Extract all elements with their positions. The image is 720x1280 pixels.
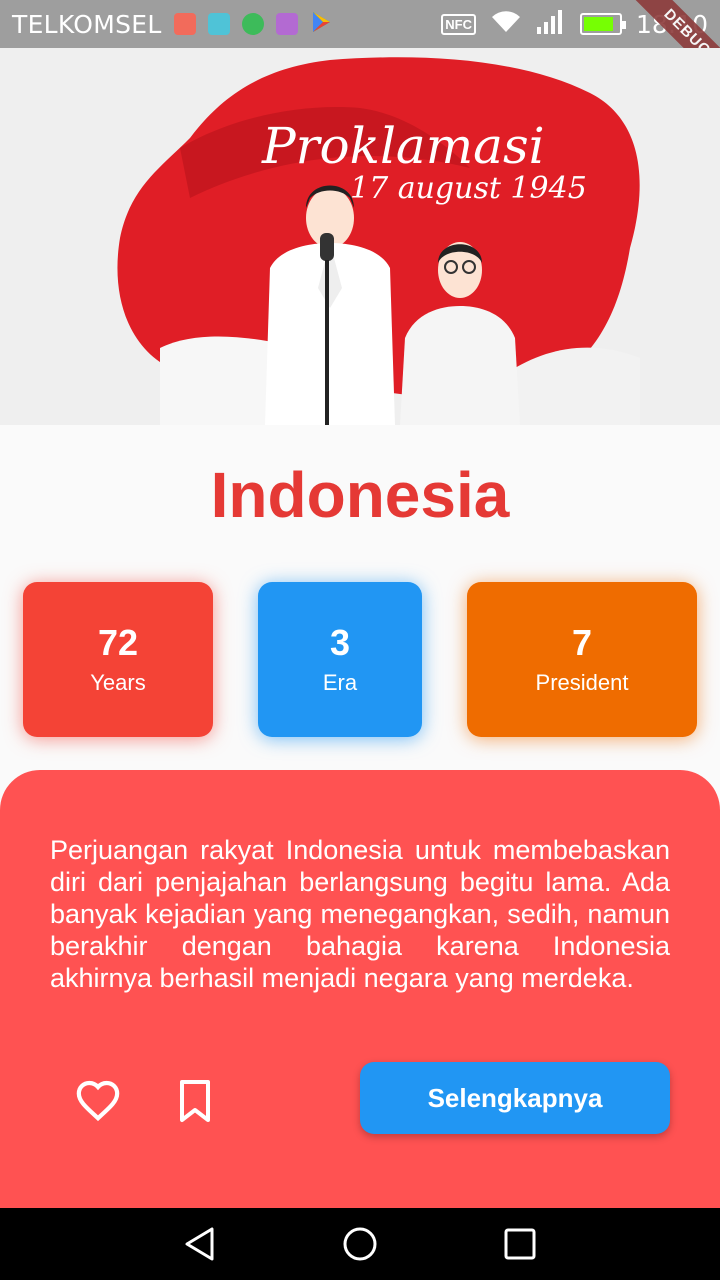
hero-headline: Proklamasi — [261, 117, 545, 175]
recents-icon[interactable] — [502, 1226, 538, 1262]
app-screen: TELKOMSEL NFC 18:10 DEBUG — [0, 0, 720, 1280]
bookmark-icon — [180, 1080, 210, 1122]
stat-card-era[interactable]: 3 Era — [258, 582, 422, 737]
status-bar: TELKOMSEL NFC 18:10 DEBUG — [0, 0, 720, 96]
stat-card-years[interactable]: 72 Years — [23, 582, 213, 737]
wifi-icon — [490, 10, 522, 39]
stat-card-president[interactable]: 7 President — [467, 582, 697, 737]
notification-icons — [173, 11, 332, 38]
mail-icon — [173, 13, 196, 35]
stat-value: 7 — [571, 622, 593, 663]
signal-icon — [536, 9, 566, 40]
hero-date: 17 august 1945 — [350, 171, 587, 206]
country-title: Indonesia — [210, 459, 510, 531]
stat-value: 3 — [329, 622, 351, 663]
stat-label: Era — [322, 670, 358, 695]
description-panel: Perjuangan rakyat Indonesia untuk membeb… — [0, 770, 720, 1208]
carrier-name: TELKOMSEL — [12, 9, 162, 39]
hero-illustration: Proklamasi 17 august 1945 — [0, 48, 720, 425]
whatsapp-icon — [241, 13, 264, 35]
battery-level — [583, 17, 613, 31]
bookmark-button[interactable] — [176, 1078, 214, 1124]
stat-label: Years — [90, 670, 146, 695]
android-icon — [207, 13, 230, 35]
like-button[interactable] — [75, 1078, 121, 1124]
play-store-icon — [310, 11, 332, 38]
battery-icon — [579, 13, 626, 35]
heart-icon — [76, 1080, 120, 1122]
gallery-icon — [275, 13, 298, 35]
home-icon[interactable] — [342, 1226, 378, 1262]
navigation-bar — [0, 1208, 720, 1280]
nfc-icon: NFC — [441, 13, 476, 35]
stat-value: 72 — [97, 622, 139, 663]
description-text: Perjuangan rakyat Indonesia untuk membeb… — [50, 835, 670, 993]
stat-label: President — [535, 670, 629, 695]
read-more-button[interactable]: Selengkapnya — [360, 1062, 670, 1134]
back-icon[interactable] — [182, 1226, 218, 1262]
